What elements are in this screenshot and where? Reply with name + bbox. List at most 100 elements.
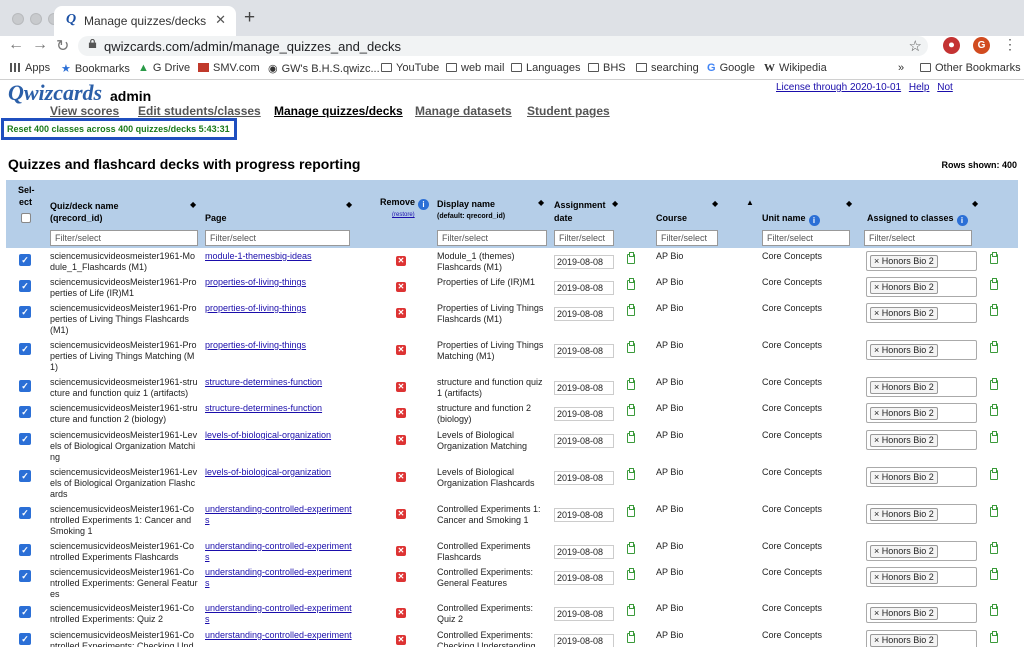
header-course[interactable]: Course	[656, 212, 687, 224]
nav-student-pages[interactable]: Student pages	[527, 104, 610, 118]
assignment-date-input[interactable]: 2019-08-08	[554, 307, 614, 321]
row-select-checkbox[interactable]: ✓	[19, 570, 31, 582]
remove-x-icon[interactable]: ✕	[396, 382, 406, 392]
class-tag[interactable]: × Honors Bio 2	[870, 545, 938, 558]
copy-clipboard-icon[interactable]	[990, 505, 998, 517]
copy-clipboard-icon[interactable]	[627, 568, 635, 580]
bookmark-languages[interactable]: Languages	[511, 62, 580, 74]
assignment-date-input[interactable]: 2019-08-08	[554, 508, 614, 522]
copy-clipboard-icon[interactable]	[627, 404, 635, 416]
assigned-classes-select[interactable]: × Honors Bio 2	[866, 430, 977, 450]
tag-remove-icon[interactable]: ×	[874, 435, 882, 445]
copy-clipboard-icon[interactable]	[990, 631, 998, 643]
page-link[interactable]: understanding-controlled-experiment s	[205, 603, 355, 625]
bookmark-bookmarks[interactable]: ★ Bookmarks	[61, 62, 130, 75]
not-link[interactable]: Not	[937, 82, 953, 93]
assigned-classes-select[interactable]: × Honors Bio 2	[866, 467, 977, 487]
copy-clipboard-icon[interactable]	[990, 404, 998, 416]
assigned-classes-select[interactable]: × Honors Bio 2	[866, 251, 977, 271]
license-link[interactable]: License through 2020-10-01	[776, 82, 901, 93]
class-tag[interactable]: × Honors Bio 2	[870, 307, 938, 320]
remove-x-icon[interactable]: ✕	[396, 572, 406, 582]
remove-x-icon[interactable]: ✕	[396, 308, 406, 318]
bookmark-searching[interactable]: searching	[636, 62, 699, 74]
bookmark-google[interactable]: G Google	[707, 62, 755, 74]
info-icon[interactable]: i	[808, 215, 820, 226]
restore-link[interactable]: (restore)	[392, 209, 415, 221]
assignment-date-input[interactable]: 2019-08-08	[554, 434, 614, 448]
remove-x-icon[interactable]: ✕	[396, 256, 406, 266]
class-tag[interactable]: × Honors Bio 2	[870, 407, 938, 420]
assignment-date-input[interactable]: 2019-08-08	[554, 344, 614, 358]
sort-arrows-icon[interactable]: ◆	[712, 199, 718, 208]
assignment-date-input[interactable]: 2019-08-08	[554, 281, 614, 295]
header-unit-name[interactable]: Unit name i	[762, 212, 820, 226]
filter-assigned-classes[interactable]: Filter/select	[864, 230, 972, 246]
tag-remove-icon[interactable]: ×	[874, 345, 882, 355]
sort-arrows-icon[interactable]: ◆	[612, 199, 618, 208]
copy-clipboard-icon[interactable]	[627, 604, 635, 616]
row-select-checkbox[interactable]: ✓	[19, 343, 31, 355]
info-icon[interactable]: i	[956, 215, 968, 226]
bookmark-wikipedia[interactable]: W Wikipedia	[764, 62, 827, 74]
nav-edit-students-classes[interactable]: Edit students/classes	[138, 104, 261, 118]
row-select-checkbox[interactable]: ✓	[19, 406, 31, 418]
remove-x-icon[interactable]: ✕	[396, 282, 406, 292]
row-select-checkbox[interactable]: ✓	[19, 470, 31, 482]
tag-remove-icon[interactable]: ×	[874, 635, 882, 645]
class-tag[interactable]: × Honors Bio 2	[870, 571, 938, 584]
filter-assignment-date[interactable]: Filter/select	[554, 230, 614, 246]
address-bar[interactable]: qwizcards.com/admin/manage_quizzes_and_d…	[78, 36, 928, 56]
assignment-date-input[interactable]: 2019-08-08	[554, 571, 614, 585]
page-link[interactable]: understanding-controlled-experiment s	[205, 541, 355, 563]
page-link[interactable]: structure-determines-function	[205, 377, 355, 388]
class-tag[interactable]: × Honors Bio 2	[870, 634, 938, 647]
remove-x-icon[interactable]: ✕	[396, 608, 406, 618]
page-link[interactable]: module-1-themesbig-ideas	[205, 251, 355, 262]
assigned-classes-select[interactable]: × Honors Bio 2	[866, 340, 977, 360]
assignment-date-input[interactable]: 2019-08-08	[554, 381, 614, 395]
assigned-classes-select[interactable]: × Honors Bio 2	[866, 603, 977, 623]
tag-remove-icon[interactable]: ×	[874, 408, 882, 418]
help-link[interactable]: Help	[909, 82, 930, 93]
remove-x-icon[interactable]: ✕	[396, 472, 406, 482]
copy-clipboard-icon[interactable]	[627, 278, 635, 290]
assignment-date-input[interactable]: 2019-08-08	[554, 407, 614, 421]
bookmark-smv[interactable]: SMV.com	[198, 62, 260, 74]
tag-remove-icon[interactable]: ×	[874, 382, 882, 392]
tag-remove-icon[interactable]: ×	[874, 546, 882, 556]
sort-arrows-icon[interactable]: ◆	[346, 200, 352, 209]
remove-x-icon[interactable]: ✕	[396, 509, 406, 519]
assigned-classes-select[interactable]: × Honors Bio 2	[866, 277, 977, 297]
assignment-date-input[interactable]: 2019-08-08	[554, 607, 614, 621]
class-tag[interactable]: × Honors Bio 2	[870, 255, 938, 268]
class-tag[interactable]: × Honors Bio 2	[870, 471, 938, 484]
bookmark-star-icon[interactable]: ☆	[909, 37, 922, 55]
page-link[interactable]: understanding-controlled-experiment s	[205, 504, 355, 526]
nav-manage-quizzes-decks[interactable]: Manage quizzes/decks	[274, 104, 403, 118]
copy-clipboard-icon[interactable]	[627, 431, 635, 443]
tag-remove-icon[interactable]: ×	[874, 256, 882, 266]
class-tag[interactable]: × Honors Bio 2	[870, 508, 938, 521]
row-select-checkbox[interactable]: ✓	[19, 254, 31, 266]
row-select-checkbox[interactable]: ✓	[19, 380, 31, 392]
select-all-checkbox[interactable]	[21, 213, 31, 223]
assignment-date-input[interactable]: 2019-08-08	[554, 634, 614, 647]
nav-manage-datasets[interactable]: Manage datasets	[415, 104, 512, 118]
assigned-classes-select[interactable]: × Honors Bio 2	[866, 504, 977, 524]
row-select-checkbox[interactable]: ✓	[19, 507, 31, 519]
copy-clipboard-icon[interactable]	[627, 304, 635, 316]
browser-menu-icon[interactable]: ⋮	[1003, 36, 1017, 53]
filter-quiz-name[interactable]: Filter/select	[50, 230, 198, 246]
copy-clipboard-icon[interactable]	[990, 431, 998, 443]
assigned-classes-select[interactable]: × Honors Bio 2	[866, 377, 977, 397]
tab-close-icon[interactable]: ✕	[215, 12, 226, 28]
copy-clipboard-icon[interactable]	[990, 604, 998, 616]
reload-icon[interactable]: ↻	[56, 36, 69, 56]
more-bookmarks-chevron[interactable]: »	[898, 62, 904, 74]
filter-unit-name[interactable]: Filter/select	[762, 230, 850, 246]
copy-clipboard-icon[interactable]	[990, 304, 998, 316]
header-assigned-classes[interactable]: Assigned to classes i	[867, 212, 968, 226]
row-select-checkbox[interactable]: ✓	[19, 633, 31, 645]
filter-course[interactable]: Filter/select	[656, 230, 718, 246]
